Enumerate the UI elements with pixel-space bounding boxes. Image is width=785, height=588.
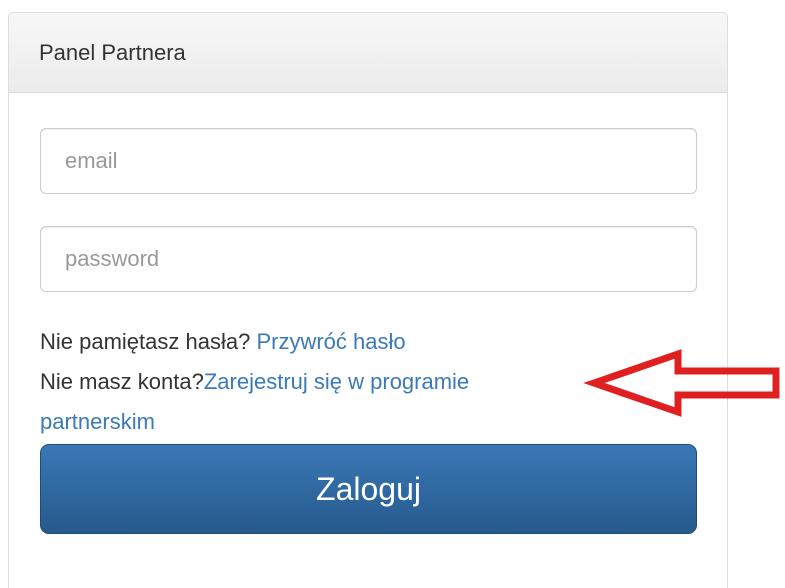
- login-button[interactable]: Zaloguj: [40, 444, 697, 534]
- password-input[interactable]: [40, 226, 697, 292]
- register-link-continued[interactable]: partnerskim: [40, 409, 155, 434]
- panel-heading: Panel Partnera: [9, 13, 727, 93]
- restore-password-link[interactable]: Przywróć hasło: [256, 329, 405, 354]
- email-input[interactable]: [40, 128, 697, 194]
- no-account-text: Nie masz konta?: [40, 369, 204, 394]
- left-arrow-icon: [583, 349, 780, 417]
- login-panel: Panel Partnera Nie pamiętasz hasła? Przy…: [8, 12, 728, 588]
- page: Panel Partnera Nie pamiętasz hasła? Przy…: [0, 0, 785, 588]
- forgot-password-text: Nie pamiętasz hasła?: [40, 329, 257, 354]
- register-row: Nie masz konta?Zarejestruj się w program…: [40, 369, 469, 395]
- register-link[interactable]: Zarejestruj się w programie: [204, 369, 469, 394]
- register-row-continued: partnerskim: [40, 409, 155, 435]
- panel-title: Panel Partnera: [39, 39, 186, 65]
- forgot-password-row: Nie pamiętasz hasła? Przywróć hasło: [40, 329, 406, 355]
